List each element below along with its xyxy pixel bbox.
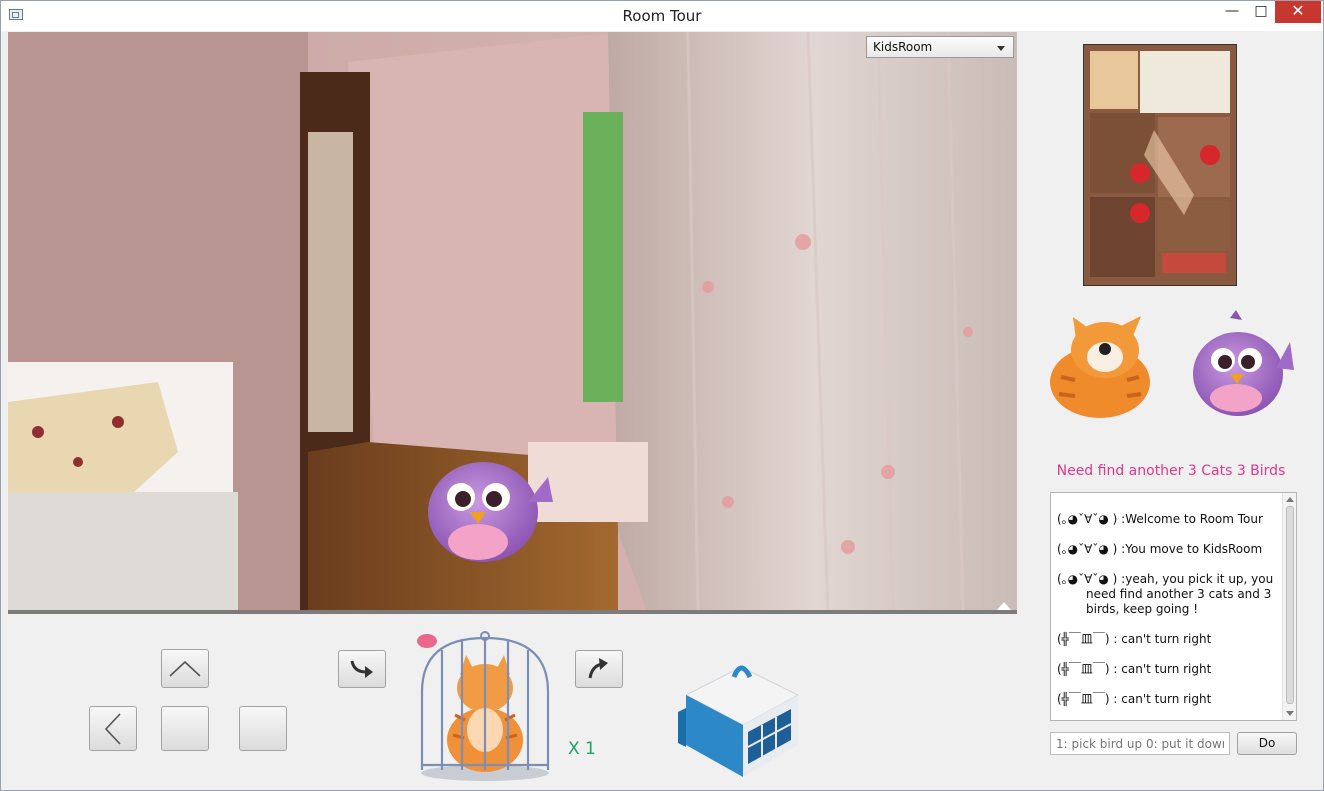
room-scene-image <box>8 32 1017 614</box>
command-input[interactable] <box>1050 732 1230 755</box>
log-entry: (╬￣皿￣) : can't turn right <box>1057 662 1283 677</box>
chevron-left-icon <box>104 712 121 745</box>
caged-cat-icon[interactable] <box>410 630 555 782</box>
log-face: (｡◕ˇ∀ˇ◕ ) <box>1057 572 1118 586</box>
log-scrollbar[interactable] <box>1282 493 1296 720</box>
bird-target-icon <box>1193 310 1294 416</box>
room-scene-view[interactable]: KidsRoom <box>8 32 1017 614</box>
move-right-button[interactable] <box>239 706 287 751</box>
expand-triangle-icon[interactable] <box>997 602 1011 610</box>
move-left-button[interactable] <box>89 706 137 751</box>
floor-plan-image <box>1084 45 1236 285</box>
log-text: : can't turn right <box>1113 632 1212 646</box>
log-face: (｡◕ˇ∀ˇ◕ ) <box>1057 542 1118 556</box>
log-face: (╬￣皿￣) <box>1057 662 1110 676</box>
scroll-thumb[interactable] <box>1286 506 1294 704</box>
event-log-list: (｡◕ˇ∀ˇ◕ ) :Welcome to Room Tour (｡◕ˇ∀ˇ◕ … <box>1051 493 1283 720</box>
scroll-down-icon[interactable] <box>1286 711 1294 716</box>
log-text: : can't turn right <box>1113 662 1212 676</box>
move-forward-button[interactable] <box>161 649 209 688</box>
maximize-button[interactable]: □ <box>1247 1 1275 23</box>
event-log[interactable]: (｡◕ˇ∀ˇ◕ ) :Welcome to Room Tour (｡◕ˇ∀ˇ◕ … <box>1050 492 1297 721</box>
goal-message: Need find another 3 Cats 3 Birds <box>1056 463 1286 479</box>
pet-carrier-icon[interactable] <box>676 637 806 779</box>
window-title: Room Tour <box>622 7 702 25</box>
minimize-icon: — <box>1225 3 1239 19</box>
chevron-down-icon <box>997 46 1005 51</box>
turn-right-button[interactable] <box>575 650 623 688</box>
minimize-button[interactable]: — <box>1217 1 1247 23</box>
log-entry: (｡◕ˇ∀ˇ◕ ) :You move to KidsRoom <box>1057 542 1283 557</box>
do-button[interactable]: Do <box>1237 732 1297 755</box>
room-select-value: KidsRoom <box>873 40 933 54</box>
turn-arrow-up-icon <box>588 658 608 679</box>
log-entry: (｡◕ˇ∀ˇ◕ ) :Welcome to Room Tour <box>1057 512 1283 527</box>
maximize-icon: □ <box>1254 3 1268 19</box>
log-text: :You move to KidsRoom <box>1121 542 1263 556</box>
close-button[interactable]: ✕ <box>1275 1 1321 23</box>
turn-left-button[interactable] <box>338 650 386 688</box>
log-entry: (｡◕ˇ∀ˇ◕ ) :yeah, you pick it up, you need… <box>1057 572 1283 617</box>
floor-plan-map[interactable] <box>1083 44 1237 286</box>
title-bar[interactable]: Room Tour — □ ✕ <box>1 1 1323 31</box>
log-text-continued: need find another 3 cats and 3 birds, ke… <box>1086 587 1272 616</box>
log-face: (╬￣皿￣) <box>1057 692 1110 706</box>
cat-target-icon <box>1050 316 1150 418</box>
scroll-up-icon[interactable] <box>1286 497 1294 502</box>
log-entry: (╬￣皿￣) : can't turn right <box>1057 692 1283 707</box>
log-face: (╬￣皿￣) <box>1057 632 1110 646</box>
turn-arrow-down-icon <box>350 660 373 678</box>
log-text: :yeah, you pick it up, you <box>1121 572 1274 586</box>
move-back-button[interactable] <box>161 706 209 751</box>
room-select-dropdown[interactable]: KidsRoom <box>866 36 1014 58</box>
captured-count: X 1 <box>568 739 596 759</box>
log-face: (｡◕ˇ∀ˇ◕ ) <box>1057 512 1118 526</box>
close-icon: ✕ <box>1291 1 1305 20</box>
log-text: :Welcome to Room Tour <box>1121 512 1263 526</box>
chevron-up-icon <box>169 660 201 677</box>
log-entry: (╬￣皿￣) : can't turn right <box>1057 632 1283 647</box>
log-text: : can't turn right <box>1113 692 1212 706</box>
